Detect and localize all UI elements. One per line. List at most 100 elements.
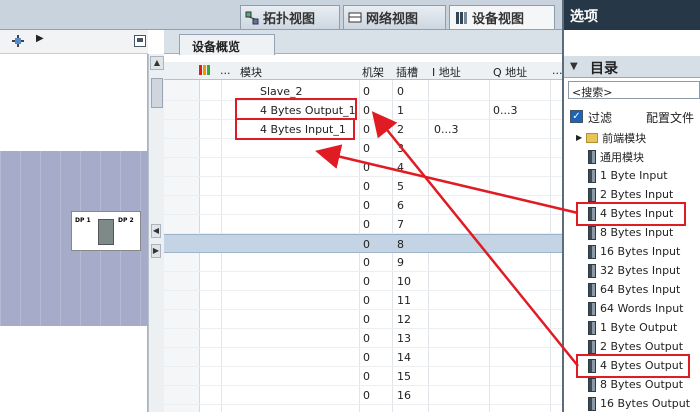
module-icon [588,149,596,164]
catalog-title: 目录 [590,61,618,77]
cell-i-address: 0...3 [434,123,459,136]
table-row[interactable]: 4 Bytes Output_1 0 1 0...3 [164,101,562,120]
table-row[interactable]: 0 13 [164,329,562,348]
cell-slot: 13 [397,332,411,345]
catalog-header[interactable]: ▼ 目录 [564,56,700,78]
tab-network-view[interactable]: 网络视图 [343,5,446,29]
tab-device-view[interactable]: 设备视图 [449,5,555,29]
table-row[interactable]: 05 [164,177,562,196]
slave-device-graphic[interactable]: DP 1 DP 2 [71,211,141,251]
flag-filter-icon[interactable] [198,63,214,80]
module-icon [588,320,596,335]
catalog-item[interactable]: 1 Byte Input [588,166,700,185]
tab-device-overview[interactable]: 设备概览 [179,34,275,55]
table-row[interactable]: 08 [164,234,562,253]
catalog-item-label: 16 Bytes Input [600,245,681,258]
cell-rack: 0 [363,389,370,402]
cell-rack: 0 [363,161,370,174]
cell-slot: 1 [397,104,404,117]
view-tab-strip: 拓扑视图 网络视图 设备视图 [0,0,562,30]
table-row[interactable]: 09 [164,253,562,272]
collapse-left-button[interactable]: ◀ [151,224,161,238]
tab-topology-view[interactable]: 拓扑视图 [240,5,340,29]
cell-slot: 7 [397,218,404,231]
table-row[interactable]: 0 15 [164,367,562,386]
cell-rack: 0 [363,199,370,212]
cell-rack: 0 [363,313,370,326]
scroll-thumb[interactable] [151,78,163,108]
cell-rack: 0 [363,218,370,231]
table-row[interactable]: 04 [164,158,562,177]
module-icon [588,339,596,354]
column-header-i-address[interactable]: I 地址 [432,64,461,80]
table-row[interactable]: 0 10 [164,272,562,291]
device-overview-table: ... 模块 机架 插槽 I 地址 Q 地址 ... Slave_2 0 0 4 By… [164,62,563,412]
catalog-item-label: 前端模块 [602,131,647,145]
module-icon [588,301,596,316]
catalog-item[interactable]: 16 Bytes Output [588,394,700,412]
catalog-item-label: 2 Bytes Output [600,340,684,353]
profile-label: 配置文件 [646,111,695,125]
cell-rack: 0 [363,180,370,193]
cell-rack: 0 [363,123,370,136]
cell-rack: 0 [363,85,370,98]
column-header-more-right[interactable]: ... [552,64,563,77]
graphic-vertical-scrollbar[interactable]: ▲ ◀ ▶ [148,54,164,412]
column-header-more[interactable]: ... [220,64,231,77]
catalog-item[interactable]: 64 Words Input [588,299,700,318]
cell-rack: 0 [363,351,370,364]
column-header-module[interactable]: 模块 [240,64,262,80]
module-icon [588,377,596,392]
cell-slot: 9 [397,256,404,269]
table-row[interactable]: 07 [164,215,562,234]
cell-slot: 6 [397,199,404,212]
device-icon [454,11,468,25]
catalog-item[interactable]: 1 Byte Output [588,318,700,337]
overview-toggle-icon[interactable] [134,35,146,50]
expand-arrow-icon[interactable]: ▶ [576,133,582,142]
table-row[interactable]: 0 12 [164,310,562,329]
module-icon [588,263,596,278]
catalog-item-label: 1 Byte Output [600,321,678,334]
catalog-search-input[interactable]: <搜索> [568,81,700,99]
catalog-item[interactable]: ▶ 前端模块 [576,128,700,147]
cell-rack: 0 [363,256,370,269]
network-tool-icon[interactable] [10,34,26,51]
column-header-q-address[interactable]: Q 地址 [493,64,527,80]
catalog-item[interactable]: 64 Bytes Input [588,280,700,299]
table-row[interactable]: 4 Bytes Input_1 0 2 0...3 [164,120,562,139]
module-icon [588,168,596,183]
device-body [98,219,114,245]
column-header-slot[interactable]: 插槽 [396,64,418,80]
catalog-item[interactable]: 32 Bytes Input [588,261,700,280]
table-row[interactable]: 0 11 [164,291,562,310]
cell-rack: 0 [363,332,370,345]
annotation-box-output-row [235,98,357,120]
cell-rack: 0 [363,294,370,307]
annotation-box-input-row [235,118,355,140]
expand-right-button[interactable]: ▶ [151,244,161,258]
catalog-item-label: 1 Byte Input [600,169,668,182]
scroll-up-button[interactable]: ▲ [150,56,164,70]
cell-rack: 0 [363,370,370,383]
cell-rack: 0 [363,104,370,117]
table-row[interactable]: 0 16 [164,386,562,405]
table-header: ... 模块 机架 插槽 I 地址 Q 地址 ... [164,62,563,80]
chevron-down-icon[interactable]: ▼ [570,61,578,72]
options-header: 选项 [564,0,700,30]
catalog-item-label: 16 Bytes Output [600,397,691,410]
table-row[interactable]: Slave_2 0 0 [164,82,562,101]
tab-topology-label: 拓扑视图 [263,12,316,27]
expand-arrow-icon[interactable]: ▶ [36,33,44,44]
table-row[interactable]: 03 [164,139,562,158]
catalog-item[interactable]: 通用模块 [588,147,700,166]
cell-q-address: 0...3 [493,104,518,117]
module-icon [588,282,596,297]
filter-label: 过滤 [588,111,613,125]
module-icon [588,225,596,240]
filter-checkbox[interactable]: ✓ [570,110,583,123]
table-row[interactable]: 06 [164,196,562,215]
table-row[interactable]: 0 14 [164,348,562,367]
catalog-item[interactable]: 16 Bytes Input [588,242,700,261]
column-header-rack[interactable]: 机架 [362,64,384,80]
